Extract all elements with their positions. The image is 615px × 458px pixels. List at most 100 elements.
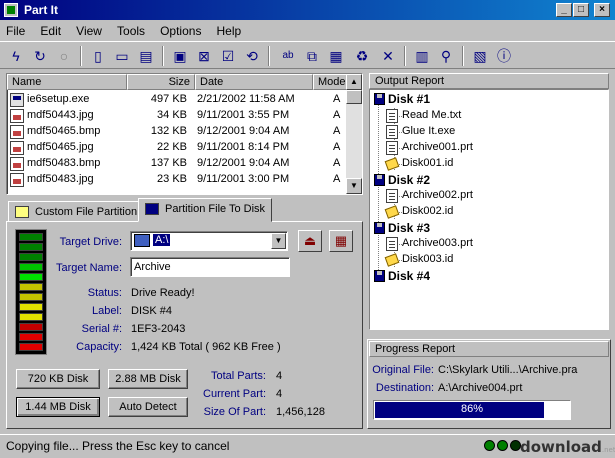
file-date: 9/12/2001 9:04 AM	[197, 157, 290, 169]
tree-file[interactable]: Disk001.id	[384, 157, 453, 171]
info-icon[interactable]: ⓘ	[494, 46, 514, 66]
file-size: 23 KB	[157, 173, 187, 185]
text-box-icon[interactable]: ab	[278, 46, 298, 66]
tree-disk-2[interactable]: Disk #2	[374, 173, 430, 187]
refresh-icon[interactable]: ↻	[30, 46, 50, 66]
notepad-icon[interactable]: ▧	[470, 46, 490, 66]
new-doc-icon[interactable]: ▯	[88, 46, 108, 66]
target-drive-select[interactable]: A:\ ▼	[130, 231, 288, 251]
copy-icon[interactable]: ⧉	[302, 46, 322, 66]
menu-help[interactable]: Help	[211, 21, 248, 38]
disk-288mb-button[interactable]: 2.88 MB Disk	[108, 369, 188, 389]
file-row[interactable]: ie6setup.exe 497 KB 2/21/2002 11:58 AM A	[7, 92, 347, 108]
file-list[interactable]: Name Size Date Mode ie6setup.exe 497 KB …	[6, 73, 363, 195]
eject-drive-button[interactable]: ⏏	[298, 230, 322, 252]
label-label: Label:	[92, 305, 122, 317]
tree-file[interactable]: Archive001.prt	[386, 141, 473, 155]
menu-options[interactable]: Options	[154, 21, 207, 38]
target-name-input[interactable]: Archive	[130, 257, 290, 277]
file-row[interactable]: mdf50465.jpg 22 KB 9/11/2001 8:14 PM A	[7, 140, 347, 156]
disk-144mb-button[interactable]: 1.44 MB Disk	[16, 397, 100, 417]
col-header-mode[interactable]: Mode	[313, 74, 347, 90]
floppy-disk-icon	[374, 222, 385, 234]
maximize-button[interactable]: □	[573, 3, 589, 17]
file-row[interactable]: mdf50465.bmp 132 KB 9/12/2001 9:04 AM A	[7, 124, 347, 140]
disk-usage-meter	[15, 229, 47, 355]
file-row[interactable]: mdf50483.bmp 137 KB 9/12/2001 9:04 AM A	[7, 156, 347, 172]
toolbar: ϟ ↻ ○ ▯ ▭ ▤ ▣ ⊠ ☑ ⟲ ab ⧉ ▦ ♻ ✕ ▥ ⚲ ▧ ⓘ	[0, 41, 615, 69]
tree-disk-4[interactable]: Disk #4	[374, 269, 430, 283]
menu-tools[interactable]: Tools	[111, 21, 151, 38]
tree-file[interactable]: Disk003.id	[384, 253, 453, 267]
file-size: 497 KB	[150, 93, 187, 105]
toolbar-separator	[404, 46, 406, 66]
find-icon[interactable]: ⚲	[436, 46, 456, 66]
status-value: Drive Ready!	[131, 287, 195, 299]
meter-led	[19, 233, 43, 241]
chevron-down-icon[interactable]: ▼	[271, 233, 286, 249]
paste-icon[interactable]: ▦	[326, 46, 346, 66]
minimize-button[interactable]: _	[556, 3, 572, 17]
file-row[interactable]: mdf50443.jpg 34 KB 9/11/2001 3:55 PM A	[7, 108, 347, 124]
size-of-part-value: 1,456,128	[276, 406, 325, 418]
file-row[interactable]: mdf50483.jpg 23 KB 9/11/2001 3:00 PM A	[7, 172, 347, 188]
tree-disk-1[interactable]: Disk #1	[374, 92, 430, 106]
drive-icon	[134, 234, 150, 247]
window-title: Part It	[24, 3, 59, 17]
tree-file[interactable]: Archive003.prt	[386, 237, 473, 251]
file-size: 34 KB	[157, 109, 187, 121]
col-header-size[interactable]: Size	[127, 74, 195, 90]
toolbar-separator	[162, 46, 164, 66]
window-refresh-icon[interactable]: ⟲	[242, 46, 262, 66]
exe-file-icon	[10, 93, 24, 107]
delete-x-icon[interactable]: ✕	[378, 46, 398, 66]
tab-custom-file-partition[interactable]: Custom File Partition	[8, 201, 145, 222]
scroll-up-icon[interactable]: ▲	[346, 74, 362, 90]
recycle-icon[interactable]: ♻	[352, 46, 372, 66]
menu-file[interactable]: File	[0, 21, 31, 38]
file-size: 132 KB	[150, 125, 187, 137]
meter-led	[19, 273, 43, 281]
label-value: DISK #4	[131, 305, 172, 317]
toolbar-separator	[80, 46, 82, 66]
serial-label: Serial #:	[81, 323, 122, 335]
tree-file[interactable]: Archive002.prt	[386, 189, 473, 203]
app-icon	[4, 3, 18, 17]
archive-part-icon	[386, 237, 398, 251]
tree-file[interactable]: Read Me.txt	[386, 109, 461, 123]
file-mode: A	[333, 173, 341, 185]
file-size: 22 KB	[157, 141, 187, 153]
properties-icon[interactable]: ▥	[412, 46, 432, 66]
tree-file[interactable]: Glue It.exe	[386, 125, 455, 139]
window-icon[interactable]: ▣	[170, 46, 190, 66]
scroll-down-icon[interactable]: ▼	[346, 178, 362, 194]
image-file-icon	[10, 141, 24, 155]
disk-720kb-button[interactable]: 720 KB Disk	[16, 369, 100, 389]
close-button[interactable]: ×	[594, 3, 610, 17]
circle-icon[interactable]: ○	[54, 46, 74, 66]
window-check-icon[interactable]: ☑	[218, 46, 238, 66]
save-doc-icon[interactable]: ▤	[136, 46, 156, 66]
tree-file[interactable]: Disk002.id	[384, 205, 453, 219]
file-list-scrollbar[interactable]: ▲ ▼	[346, 74, 362, 194]
total-parts-value: 4	[276, 370, 283, 382]
menu-view[interactable]: View	[70, 21, 108, 38]
auto-detect-button[interactable]: Auto Detect	[108, 397, 188, 417]
file-mode: A	[333, 109, 341, 121]
col-header-date[interactable]: Date	[195, 74, 313, 90]
menu-edit[interactable]: Edit	[34, 21, 67, 38]
tab-label: Partition File To Disk	[165, 203, 266, 215]
tree-disk-3[interactable]: Disk #3	[374, 221, 430, 235]
tab-partition-file-to-disk[interactable]: Partition File To Disk	[138, 198, 273, 222]
toolbar-separator	[268, 46, 270, 66]
status-label: Status:	[87, 287, 122, 299]
file-name: mdf50465.bmp	[27, 125, 101, 137]
open-doc-icon[interactable]: ▭	[112, 46, 132, 66]
document-icon	[386, 109, 398, 123]
format-drive-button[interactable]: ▦	[329, 230, 353, 252]
col-header-name[interactable]: Name	[7, 74, 127, 90]
output-report-tree[interactable]: Disk #1 Read Me.txt Glue It.exe Archive0…	[369, 89, 609, 330]
scroll-thumb[interactable]	[346, 90, 362, 104]
lightning-icon[interactable]: ϟ	[6, 46, 26, 66]
window-close-icon[interactable]: ⊠	[194, 46, 214, 66]
